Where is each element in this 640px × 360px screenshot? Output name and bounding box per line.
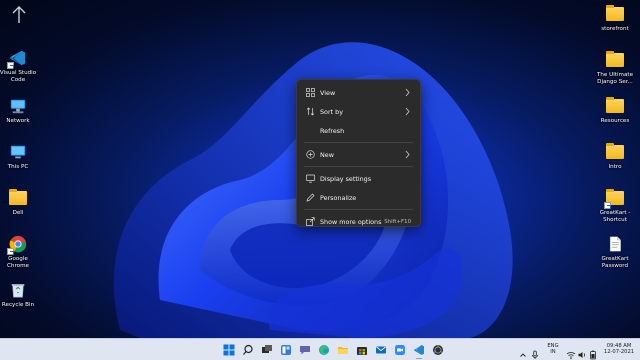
menu-separator — [304, 166, 413, 167]
folder-icon — [605, 96, 625, 116]
folder-icon — [8, 188, 28, 208]
desktop-icon-django-series[interactable]: The Ultimate Django Ser... — [595, 50, 635, 85]
chrome-icon — [7, 234, 28, 255]
desktop-icon-greatkart-shortcut[interactable]: GreatKart - Shortcut — [595, 188, 635, 223]
menu-item-label: Display settings — [320, 174, 372, 183]
menu-item-new[interactable]: New — [300, 145, 417, 164]
folder-icon — [605, 142, 625, 162]
task-view-button[interactable] — [259, 342, 275, 358]
desktop-icon-chrome[interactable]: Google Chrome — [0, 234, 38, 269]
desktop-icon-resources[interactable]: Resources — [595, 96, 635, 125]
menu-item-label: Sort by — [320, 107, 343, 116]
desktop-icon-recycle-bin[interactable]: Recycle Bin — [0, 280, 38, 309]
desktop-icon-label: The Ultimate Django Ser... — [596, 72, 634, 85]
menu-item-label: Refresh — [320, 126, 345, 135]
search-button[interactable] — [240, 342, 256, 358]
menu-item-label: New — [320, 150, 334, 159]
this-pc-icon — [8, 142, 28, 162]
share-icon — [306, 217, 315, 226]
desktop-icon-label: Google Chrome — [7, 256, 29, 269]
desktop-icon-greatkart-password[interactable]: GreatKart Password — [595, 234, 635, 269]
desktop-icon-label: Recycle Bin — [1, 302, 35, 308]
task-view-icon — [262, 345, 272, 353]
menu-separator — [304, 209, 413, 210]
desktop-icon-label: Network — [6, 118, 30, 124]
menu-item-show-more-options[interactable]: Show more options Shift+F10 — [300, 212, 417, 231]
desktop-icon-label: This PC — [7, 164, 29, 170]
desktop-icon-this-pc[interactable]: This PC — [0, 142, 38, 171]
zoom-icon — [395, 345, 405, 355]
search-icon — [243, 344, 253, 355]
desktop-icon-storefront[interactable]: storefront — [595, 4, 635, 33]
menu-item-label: Personalize — [320, 193, 357, 202]
menu-separator — [304, 142, 413, 143]
folder-icon — [605, 4, 625, 24]
chrome-taskbar-button[interactable] — [430, 342, 446, 358]
recycle-bin-icon — [8, 280, 28, 300]
taskbar: ENG IN 09:48 AM 12-07-2021 — [0, 338, 640, 360]
edge-icon — [319, 345, 329, 355]
desktop-icon-label: Resources — [600, 118, 630, 124]
chevron-up-icon[interactable] — [518, 345, 528, 357]
display-icon — [306, 174, 315, 183]
chevron-right-icon — [404, 150, 411, 159]
folder-icon — [605, 50, 625, 70]
menu-item-label: View — [320, 88, 336, 97]
network-icon — [8, 96, 28, 116]
chat-icon — [300, 346, 310, 355]
desktop-icon-network[interactable]: Network — [0, 96, 38, 125]
desktop-icon-label: Dell — [12, 210, 24, 216]
menu-item-display-settings[interactable]: Display settings — [300, 169, 417, 188]
edge-button[interactable] — [316, 342, 332, 358]
menu-item-label: Show more options — [320, 217, 382, 226]
start-button[interactable] — [221, 342, 237, 358]
zoom-button[interactable] — [392, 342, 408, 358]
clock-date: 12-07-2021 — [603, 349, 635, 355]
language-indicator[interactable]: ENG IN — [544, 343, 562, 355]
menu-item-personalize[interactable]: Personalize — [300, 188, 417, 207]
desktop-icon-label: GreatKart - Shortcut — [599, 210, 631, 223]
desktop-icon-label: GreatKart Password — [601, 256, 629, 269]
desktop-icon-label: storefront — [601, 26, 629, 32]
widgets-button[interactable] — [278, 342, 294, 358]
up-arrow-icon — [8, 4, 30, 26]
menu-item-sort-by[interactable]: Sort by — [300, 102, 417, 121]
text-file-icon — [605, 234, 625, 254]
wifi-icon[interactable] — [566, 345, 576, 360]
folder-shortcut-icon — [604, 188, 625, 209]
microphone-icon[interactable] — [530, 345, 540, 359]
vscode-taskbar-button[interactable] — [411, 342, 427, 359]
chat-button[interactable] — [297, 342, 313, 358]
region-code: IN — [550, 349, 556, 355]
desktop-context-menu: View Sort by Refresh New Display setting… — [296, 79, 421, 227]
start-icon — [223, 344, 235, 356]
vscode-icon — [414, 345, 424, 355]
menu-item-refresh[interactable]: Refresh — [300, 121, 417, 140]
pen-icon — [306, 193, 315, 202]
chevron-right-icon — [404, 107, 411, 116]
desktop-icon-label: Intro — [608, 164, 622, 170]
volume-icon[interactable] — [577, 345, 587, 358]
vscode-icon — [7, 48, 28, 69]
battery-icon[interactable] — [588, 345, 598, 360]
chevron-right-icon — [404, 88, 411, 97]
menu-item-accelerator: Shift+F10 — [384, 218, 411, 225]
file-explorer-button[interactable] — [335, 342, 351, 358]
mail-button[interactable] — [373, 342, 389, 358]
store-icon — [357, 347, 367, 355]
desktop-icon-intro[interactable]: Intro — [595, 142, 635, 171]
menu-item-view[interactable]: View — [300, 83, 417, 102]
clock[interactable]: 09:48 AM 12-07-2021 — [600, 343, 638, 355]
sort-icon — [306, 107, 315, 116]
mail-icon — [376, 346, 386, 354]
grid-view-icon — [306, 88, 315, 97]
desktop-icon-vscode[interactable]: Visual Studio Code — [0, 48, 38, 83]
chrome-icon — [433, 345, 443, 355]
widgets-icon — [281, 345, 291, 355]
desktop-icon-label: Visual Studio Code — [0, 70, 37, 83]
file-explorer-icon — [338, 347, 348, 354]
desktop-icon-dell[interactable]: Dell — [0, 188, 38, 217]
plus-circle-icon — [306, 150, 315, 159]
store-button[interactable] — [354, 342, 370, 358]
